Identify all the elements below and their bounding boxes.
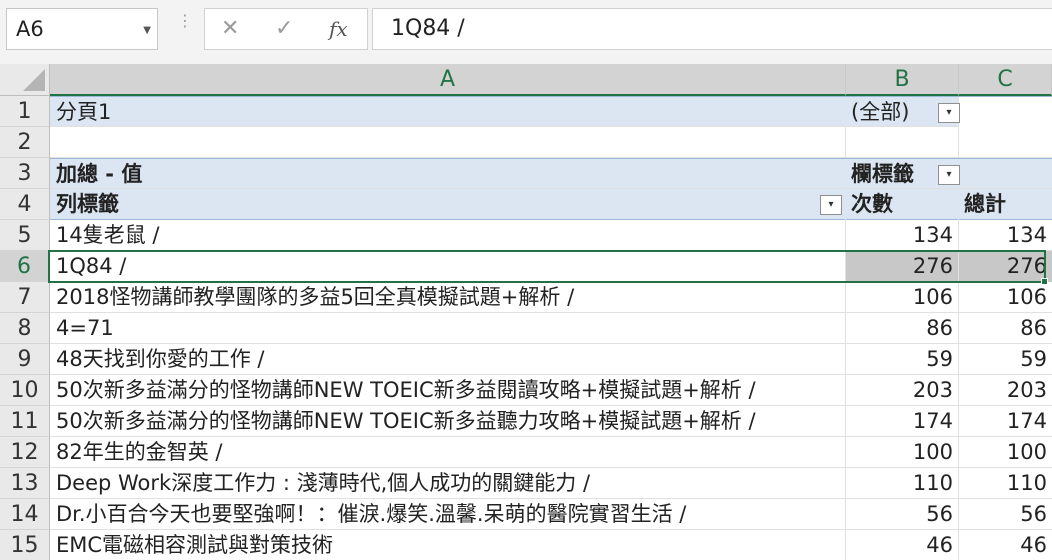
count-cell[interactable]: 110 bbox=[846, 468, 959, 499]
formula-value: 1Q84 / bbox=[391, 16, 465, 41]
table-row: Dr.小百合今天也要堅強啊！：催淚.爆笑.溫馨.呆萌的醫院實習生活 / 56 5… bbox=[50, 499, 1052, 530]
pivot-page-filter-row: 分頁1 (全部) ▾ bbox=[50, 96, 1052, 128]
page-filter-dropdown-icon[interactable]: ▾ bbox=[938, 103, 960, 123]
formula-bar-grip: ⋮ bbox=[177, 11, 193, 30]
row-label-cell[interactable]: 1Q84 / bbox=[50, 251, 846, 282]
select-all-triangle-icon bbox=[23, 69, 45, 91]
total-cell[interactable]: 174 bbox=[959, 406, 1052, 437]
count-cell[interactable]: 86 bbox=[846, 313, 959, 344]
count-cell[interactable]: 276 bbox=[846, 251, 959, 282]
count-cell[interactable]: 203 bbox=[846, 375, 959, 406]
count-cell[interactable]: 46 bbox=[846, 530, 959, 560]
row-header-6[interactable]: 6 bbox=[0, 251, 50, 282]
row-header-12[interactable]: 12 bbox=[0, 437, 50, 468]
row-header-1[interactable]: 1 bbox=[0, 96, 50, 127]
row-header-2[interactable]: 2 bbox=[0, 127, 50, 158]
row-label-cell[interactable]: 48天找到你愛的工作 / bbox=[50, 344, 846, 375]
grand-total-header[interactable]: 總計 bbox=[959, 189, 1052, 220]
cancel-icon[interactable]: ✕ bbox=[221, 16, 239, 41]
column-header-b[interactable]: B bbox=[846, 64, 959, 96]
total-cell[interactable]: 110 bbox=[959, 468, 1052, 499]
row-label-cell[interactable]: EMC電磁相容測試與對策技術 bbox=[50, 530, 846, 560]
page-field-label[interactable]: 分頁1 bbox=[50, 97, 846, 128]
chevron-down-icon[interactable]: ▼ bbox=[143, 25, 151, 36]
total-cell[interactable]: 106 bbox=[959, 282, 1052, 313]
formula-bar: A6 ▼ ⋮ ✕ ✓ fx 1Q84 / bbox=[0, 0, 1052, 64]
total-cell[interactable]: 46 bbox=[959, 530, 1052, 560]
total-cell[interactable]: 134 bbox=[959, 220, 1052, 251]
empty-cell[interactable] bbox=[959, 97, 1052, 128]
count-cell[interactable]: 59 bbox=[846, 344, 959, 375]
row-header-3[interactable]: 3 bbox=[0, 158, 50, 189]
count-cell[interactable]: 100 bbox=[846, 437, 959, 468]
column-header-a[interactable]: A bbox=[50, 64, 846, 96]
empty-cell[interactable] bbox=[846, 127, 959, 158]
count-cell[interactable]: 174 bbox=[846, 406, 959, 437]
table-row: 4=71 86 86 bbox=[50, 313, 1052, 344]
fill-handle[interactable] bbox=[1041, 278, 1048, 285]
row-labels-header[interactable]: 列標籤 bbox=[50, 189, 846, 220]
count-cell[interactable]: 134 bbox=[846, 220, 959, 251]
row-header-10[interactable]: 10 bbox=[0, 375, 50, 406]
insert-function-button[interactable]: fx bbox=[329, 17, 348, 41]
table-row-selected: 1Q84 / 276 276 bbox=[50, 251, 1052, 282]
pivot-header-row: 加總 - 值 欄標籤 ▾ bbox=[50, 158, 1052, 190]
empty-cell[interactable] bbox=[959, 159, 1052, 190]
row-label-cell[interactable]: Deep Work深度工作力 : 淺薄時代,個人成功的關鍵能力 / bbox=[50, 468, 846, 499]
row-header-9[interactable]: 9 bbox=[0, 344, 50, 375]
column-header-c[interactable]: C bbox=[959, 64, 1052, 96]
total-cell[interactable]: 59 bbox=[959, 344, 1052, 375]
blank-row bbox=[50, 127, 1052, 158]
select-all-button[interactable] bbox=[0, 64, 50, 96]
empty-cell[interactable] bbox=[50, 127, 846, 158]
row-header-15[interactable]: 15 bbox=[0, 530, 50, 560]
table-row: Deep Work深度工作力 : 淺薄時代,個人成功的關鍵能力 / 110 11… bbox=[50, 468, 1052, 499]
row-header-14[interactable]: 14 bbox=[0, 499, 50, 530]
row-label-cell[interactable]: 2018怪物講師教學團隊的多益5回全真模擬試題+解析 / bbox=[50, 282, 846, 313]
row-label-cell[interactable]: 50次新多益滿分的怪物講師NEW TOEIC新多益閱讀攻略+模擬試題+解析 / bbox=[50, 375, 846, 406]
row-header-4[interactable]: 4 bbox=[0, 189, 50, 220]
row-label-cell[interactable]: 50次新多益滿分的怪物講師NEW TOEIC新多益聽力攻略+模擬試題+解析 / bbox=[50, 406, 846, 437]
name-box[interactable]: A6 ▼ bbox=[6, 8, 158, 50]
row-headers: 1 2 3 4 5 6 7 8 9 10 11 12 13 14 15 bbox=[0, 96, 50, 560]
row-header-11[interactable]: 11 bbox=[0, 406, 50, 437]
count-cell[interactable]: 56 bbox=[846, 499, 959, 530]
name-box-value: A6 bbox=[16, 17, 44, 41]
formula-buttons: ✕ ✓ fx bbox=[204, 8, 368, 50]
table-row: 14隻老鼠 / 134 134 bbox=[50, 220, 1052, 251]
count-column-header[interactable]: 次數 bbox=[846, 189, 959, 220]
table-row: 50次新多益滿分的怪物講師NEW TOEIC新多益閱讀攻略+模擬試題+解析 / … bbox=[50, 375, 1052, 406]
formula-input[interactable]: 1Q84 / bbox=[372, 8, 1052, 50]
pivot-subheader-row: 列標籤 次數 總計 ▾ bbox=[50, 189, 1052, 220]
total-cell[interactable]: 56 bbox=[959, 499, 1052, 530]
row-label-cell[interactable]: Dr.小百合今天也要堅強啊！：催淚.爆笑.溫馨.呆萌的醫院實習生活 / bbox=[50, 499, 846, 530]
row-header-7[interactable]: 7 bbox=[0, 282, 50, 313]
total-cell[interactable]: 100 bbox=[959, 437, 1052, 468]
column-filter-dropdown-icon[interactable]: ▾ bbox=[938, 165, 960, 185]
total-cell[interactable]: 86 bbox=[959, 313, 1052, 344]
empty-cell[interactable] bbox=[959, 127, 1052, 158]
table-row: 2018怪物講師教學團隊的多益5回全真模擬試題+解析 / 106 106 bbox=[50, 282, 1052, 313]
table-row: 48天找到你愛的工作 / 59 59 bbox=[50, 344, 1052, 375]
row-label-cell[interactable]: 4=71 bbox=[50, 313, 846, 344]
worksheet-grid: 分頁1 (全部) ▾ 加總 - 值 欄標籤 ▾ 列標籤 次數 總計 ▾ 14隻老… bbox=[50, 96, 1052, 560]
row-header-8[interactable]: 8 bbox=[0, 313, 50, 344]
total-cell[interactable]: 276 bbox=[959, 251, 1052, 282]
total-cell[interactable]: 203 bbox=[959, 375, 1052, 406]
table-row: 50次新多益滿分的怪物講師NEW TOEIC新多益聽力攻略+模擬試題+解析 / … bbox=[50, 406, 1052, 437]
count-cell[interactable]: 106 bbox=[846, 282, 959, 313]
row-header-13[interactable]: 13 bbox=[0, 468, 50, 499]
sum-field-label[interactable]: 加總 - 值 bbox=[50, 159, 846, 190]
row-header-5[interactable]: 5 bbox=[0, 220, 50, 251]
table-row: 82年生的金智英 / 100 100 bbox=[50, 437, 1052, 468]
table-row: EMC電磁相容測試與對策技術 46 46 bbox=[50, 530, 1052, 560]
row-label-cell[interactable]: 14隻老鼠 / bbox=[50, 220, 846, 251]
row-label-cell[interactable]: 82年生的金智英 / bbox=[50, 437, 846, 468]
enter-icon[interactable]: ✓ bbox=[275, 16, 293, 41]
row-filter-dropdown-icon[interactable]: ▾ bbox=[820, 195, 842, 215]
